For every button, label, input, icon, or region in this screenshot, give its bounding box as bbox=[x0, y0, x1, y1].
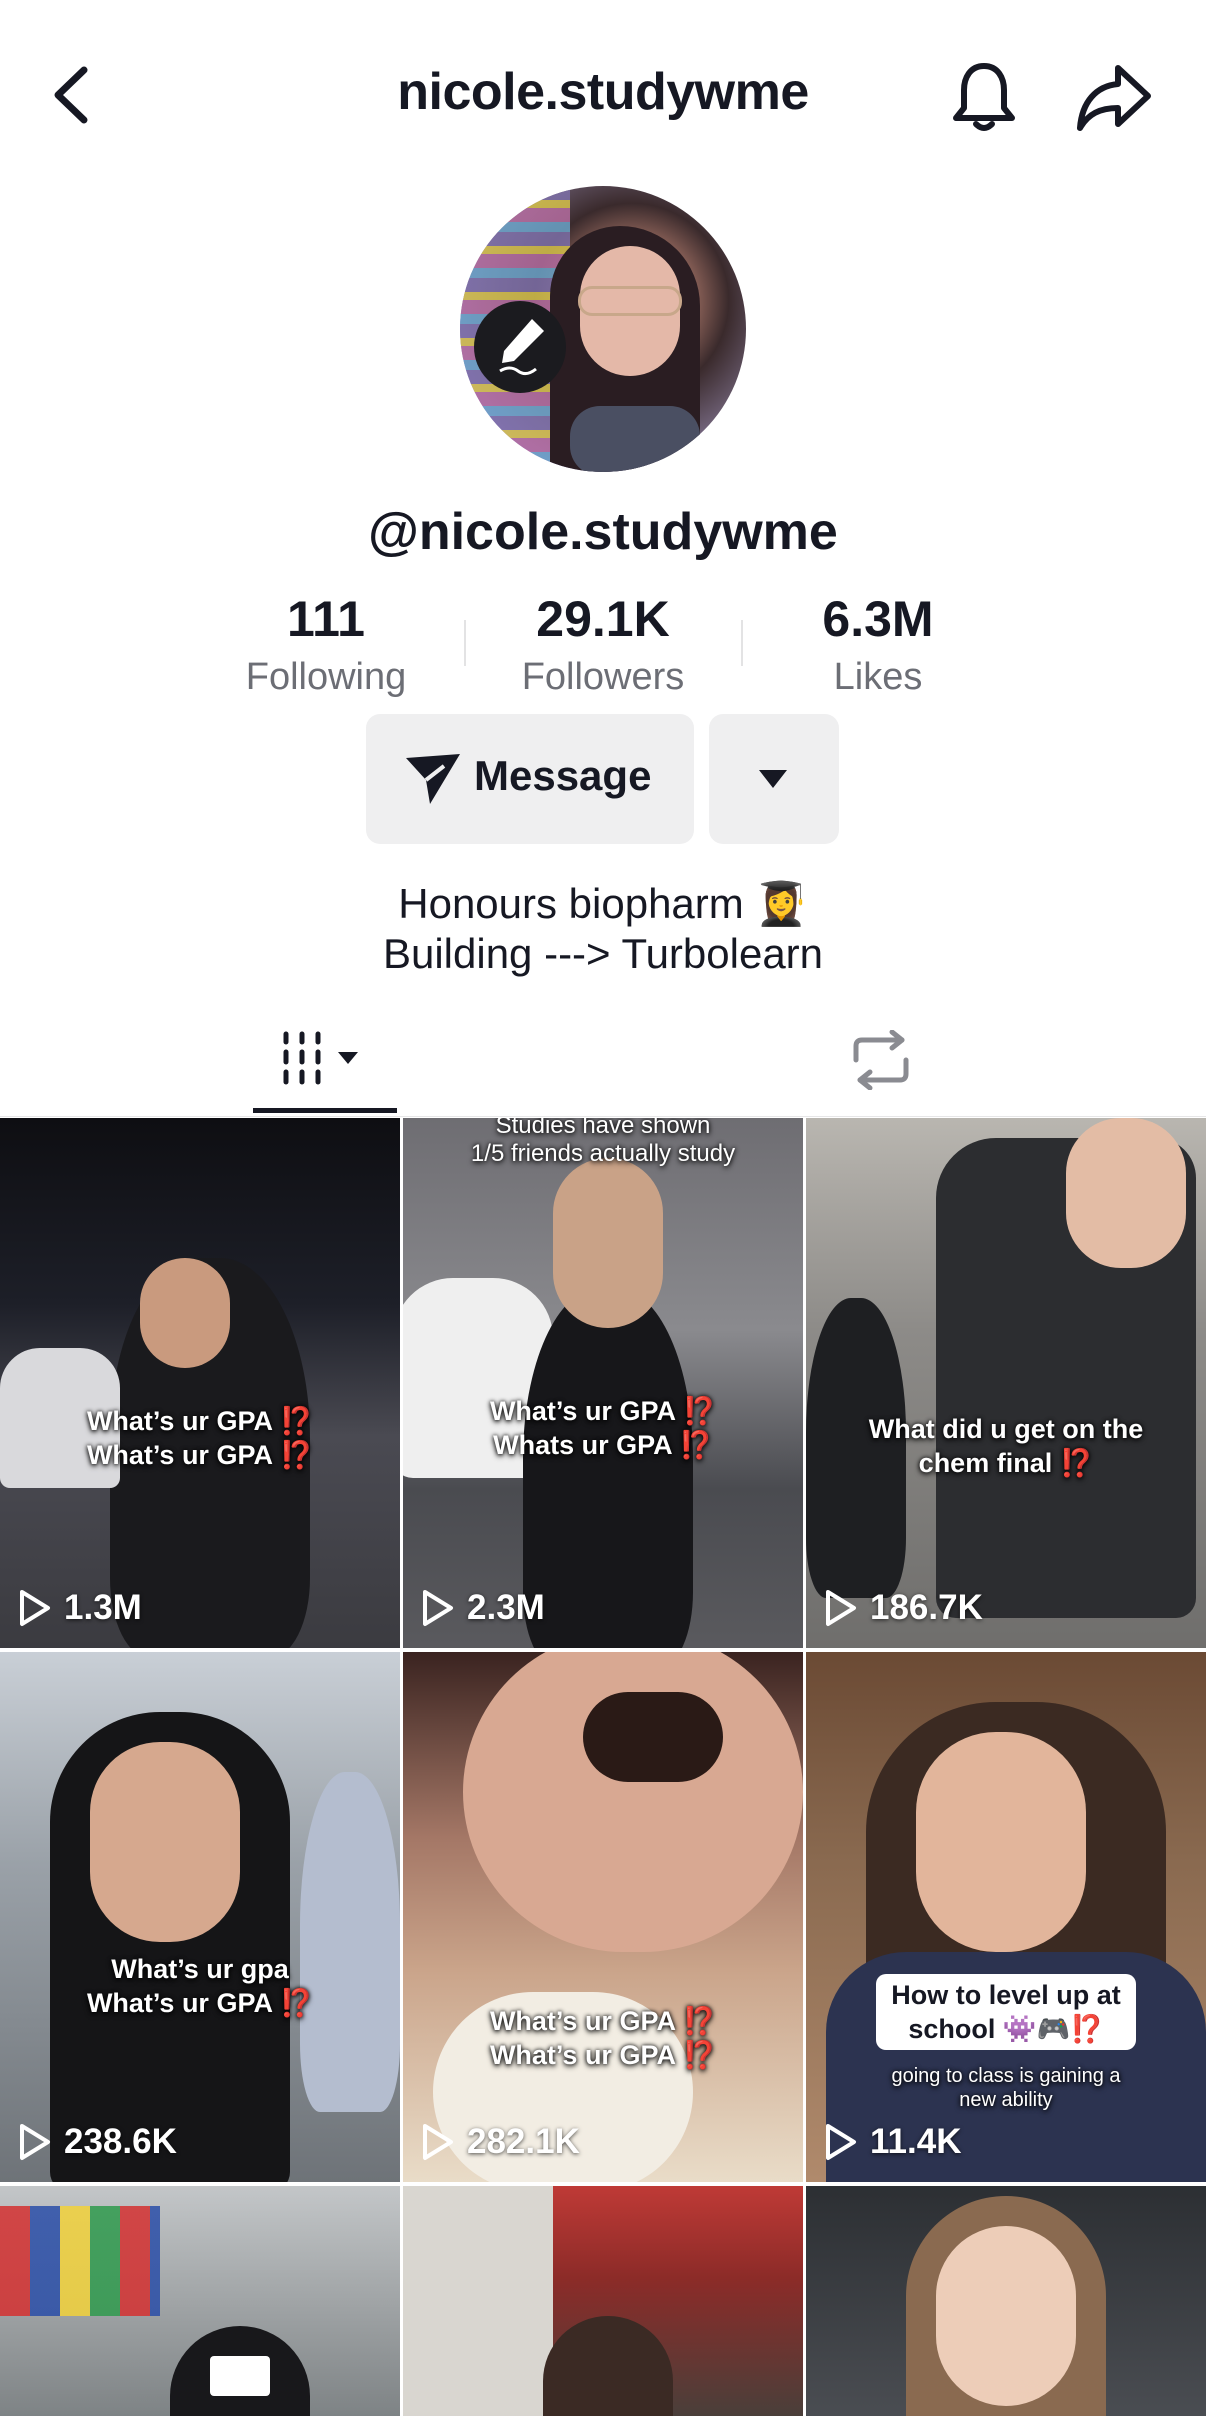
stat-divider bbox=[464, 620, 466, 666]
stat-divider bbox=[741, 620, 743, 666]
bio-line-1: Honours biopharm 👩‍🎓 bbox=[398, 880, 808, 927]
page-title: nicole.studywme bbox=[397, 63, 809, 121]
view-count: 282.1K bbox=[421, 2122, 580, 2162]
suggested-accounts-dropdown[interactable] bbox=[709, 714, 839, 844]
video-caption-sub: going to class is gaining a new ability bbox=[891, 2065, 1121, 2111]
video-caption: What’s ur GPA ⁉️ What’s ur GPA ⁉️ bbox=[489, 2006, 717, 2070]
play-icon bbox=[826, 2124, 856, 2160]
video-tile[interactable]: What did u get on the chem final ⁉️ 186.… bbox=[806, 1118, 1206, 1648]
bell-icon[interactable] bbox=[948, 58, 1020, 134]
caret-down-icon bbox=[759, 770, 787, 788]
play-icon bbox=[423, 2124, 453, 2160]
video-tile[interactable] bbox=[806, 2186, 1206, 2416]
message-label: Message bbox=[474, 752, 652, 799]
video-tile[interactable] bbox=[0, 2186, 400, 2416]
video-caption: What did u get on the chem final ⁉️ bbox=[868, 1414, 1144, 1478]
message-button[interactable]: Message bbox=[366, 714, 694, 844]
view-count: 11.4K bbox=[824, 2122, 961, 2162]
video-tile[interactable]: What’s ur gpa What’s ur GPA ⁉️ 238.6K bbox=[0, 1652, 400, 2182]
view-count: 2.3M bbox=[421, 1588, 545, 1628]
video-tile[interactable]: How to level up at school 👾🎮⁉️ going to … bbox=[806, 1652, 1206, 2182]
play-icon bbox=[826, 1590, 856, 1626]
paper-plane-icon bbox=[406, 754, 460, 804]
play-icon bbox=[20, 2124, 50, 2160]
profile-handle: @nicole.studywme bbox=[368, 503, 838, 561]
view-count: 1.3M bbox=[18, 1588, 142, 1628]
following-label[interactable]: Following bbox=[206, 656, 446, 699]
likes-label: Likes bbox=[833, 656, 923, 698]
view-count: 238.6K bbox=[18, 2122, 177, 2162]
video-tile[interactable]: Studies have shown 1/5 friends actually … bbox=[403, 1118, 803, 1648]
bio-line-2: Building ---> Turbolearn bbox=[382, 930, 824, 977]
grid-tab-icon[interactable] bbox=[280, 1030, 360, 1086]
video-caption: What’s ur gpa What’s ur GPA ⁉️ bbox=[86, 1954, 314, 2018]
play-icon bbox=[20, 1590, 50, 1626]
video-caption-top: Studies have shown 1/5 friends actually … bbox=[470, 1118, 736, 1167]
active-tab-indicator bbox=[253, 1108, 397, 1113]
video-caption: What’s ur GPA ⁉️ Whats ur GPA ⁉️ bbox=[489, 1396, 717, 1460]
following-count[interactable]: 111 bbox=[206, 590, 446, 648]
followers-count[interactable]: 29.1K bbox=[483, 590, 723, 648]
repost-tab-icon[interactable] bbox=[848, 1030, 914, 1090]
view-count: 186.7K bbox=[824, 1588, 983, 1628]
video-caption: What’s ur GPA ⁉️ What’s ur GPA ⁉️ bbox=[86, 1406, 314, 1470]
video-tile[interactable]: What’s ur GPA ⁉️ What’s ur GPA ⁉️ 1.3M bbox=[0, 1118, 400, 1648]
followers-label[interactable]: Followers bbox=[483, 656, 723, 699]
play-icon bbox=[423, 1590, 453, 1626]
profile-avatar[interactable] bbox=[460, 186, 746, 472]
video-tile[interactable]: What’s ur GPA ⁉️ What’s ur GPA ⁉️ 282.1K bbox=[403, 1652, 803, 2182]
pen-badge-icon bbox=[474, 301, 566, 393]
share-arrow-icon[interactable] bbox=[1074, 58, 1154, 134]
tabs-divider bbox=[0, 1116, 1206, 1117]
video-tile[interactable] bbox=[403, 2186, 803, 2416]
video-caption: How to level up at school 👾🎮⁉️ bbox=[876, 1974, 1136, 2050]
likes-count: 6.3M bbox=[822, 591, 934, 647]
